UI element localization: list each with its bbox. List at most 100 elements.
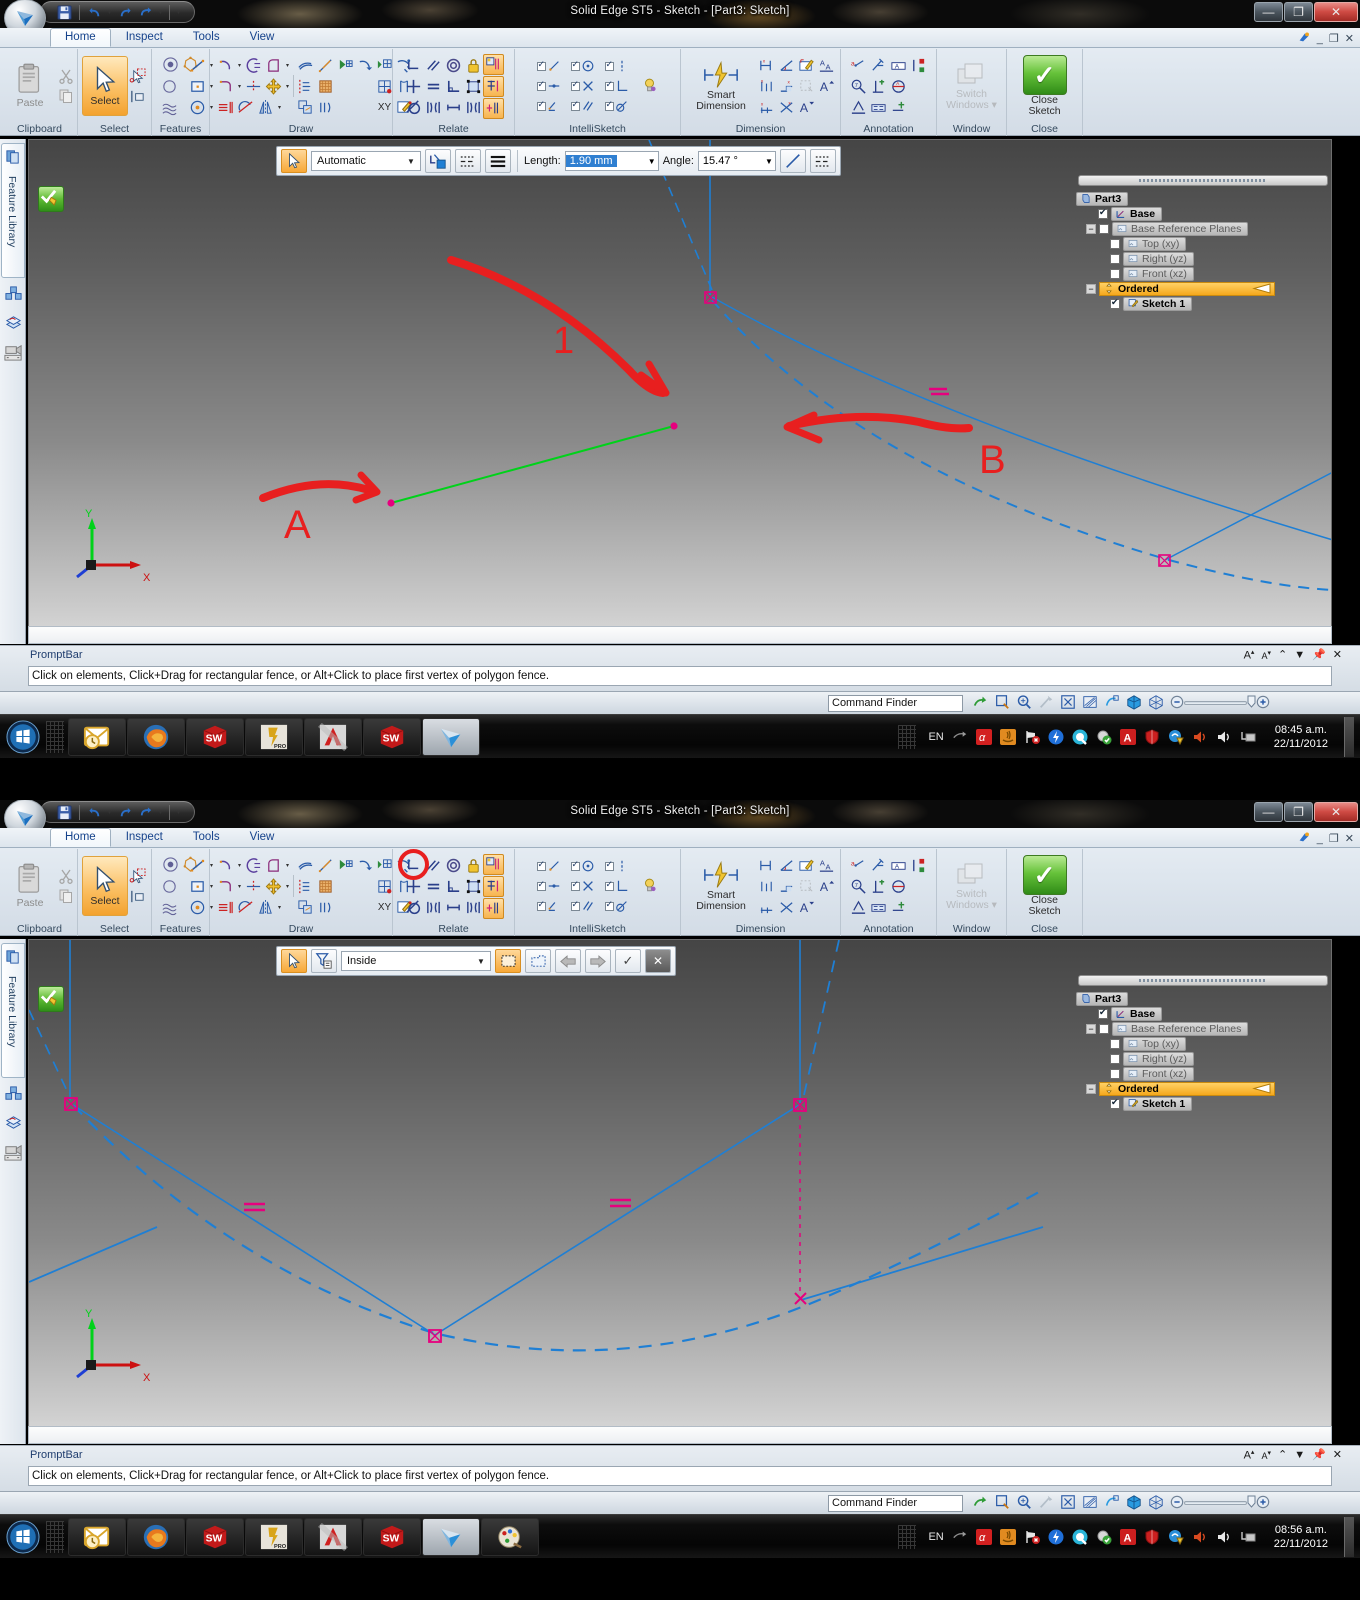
relationship-colors-icon[interactable]: [482, 75, 504, 97]
ribbon-close-icon[interactable]: ✕: [1345, 32, 1354, 45]
redo-dropdown-caret-2[interactable]: ▾: [157, 809, 164, 816]
fence-mode-caret[interactable]: ▼: [474, 957, 488, 966]
tree-item-right-yz-2[interactable]: Right (yz): [1072, 1051, 1332, 1066]
tray-avira-icon[interactable]: α: [975, 728, 992, 745]
silhouette-icon-2[interactable]: [547, 898, 562, 915]
center-mark-icon-2[interactable]: [889, 898, 908, 917]
mirror-dropdown-caret[interactable]: ▾: [276, 104, 283, 111]
dimension-axis-icon[interactable]: [797, 77, 816, 96]
tray-network-error-icon-2[interactable]: [1024, 1529, 1040, 1545]
dimension-text-icon[interactable]: AA: [817, 56, 836, 75]
tangent-icon[interactable]: [404, 98, 423, 117]
select-mode-caret[interactable]: ▼: [404, 157, 418, 166]
coincident-icon-2[interactable]: [464, 898, 483, 917]
project-icon-2[interactable]: [296, 856, 315, 875]
tree-item-front-xz-2[interactable]: Front (xz): [1072, 1066, 1332, 1081]
tray-java-icon-2[interactable]: [999, 1528, 1016, 1545]
taskbar-clock[interactable]: 08:45 a.m. 22/11/2012: [1264, 723, 1336, 751]
tab-home-2[interactable]: Home: [50, 828, 111, 847]
tray-quicktime-icon[interactable]: [1072, 729, 1088, 745]
perpendicular-snap-icon-2[interactable]: [615, 878, 630, 895]
tree-item-sketch1-2[interactable]: Sketch 1: [1072, 1096, 1332, 1111]
parallel-icon[interactable]: [424, 56, 443, 75]
tree-expander-ordered[interactable]: −: [1086, 283, 1096, 294]
taskbar-autocad-2[interactable]: [304, 1517, 362, 1556]
tree-item-sketch1[interactable]: Sketch 1: [1072, 296, 1332, 311]
endpoint-icon[interactable]: [615, 58, 630, 75]
tray-volume-icon[interactable]: [1216, 729, 1232, 745]
window-controls[interactable]: — ❐ ✕: [1254, 2, 1358, 22]
concentric-icon-2[interactable]: [444, 856, 463, 875]
symmetric-diameter-icon-2[interactable]: [757, 877, 776, 896]
redo-view-icon-2[interactable]: [972, 1494, 988, 1513]
perpendicular-icon[interactable]: [444, 77, 463, 96]
tree-expander-brp[interactable]: −: [1086, 223, 1096, 234]
is-checkbox-5-2[interactable]: [570, 879, 580, 891]
fence-mode-dropdown[interactable]: Inside ▼: [341, 951, 491, 971]
line-icon[interactable]: [188, 56, 207, 75]
select-mode-dropdown[interactable]: Automatic ▼: [311, 151, 421, 171]
angle-input[interactable]: 15.47 ° ▼: [697, 151, 776, 171]
intellisketch-options-icon[interactable]: [640, 77, 659, 96]
undo-dropdown-caret-2[interactable]: ▾: [106, 809, 113, 816]
tree-checkbox-top[interactable]: [1110, 238, 1120, 249]
tree-checkbox-front[interactable]: [1110, 268, 1120, 279]
tree-label-base-wrap[interactable]: Base: [1111, 206, 1163, 221]
is-midpoint[interactable]: [536, 78, 562, 95]
redo-2-icon[interactable]: [136, 3, 155, 22]
circle-feature-icon-2[interactable]: [160, 877, 179, 896]
tree-checkbox-top-2[interactable]: [1110, 1038, 1120, 1049]
line-icon-2[interactable]: [188, 856, 207, 875]
coordinate-dimension-icon-2[interactable]: [777, 877, 796, 896]
tree-item-base[interactable]: Base: [1072, 206, 1332, 221]
insert-point-icon[interactable]: [296, 77, 315, 96]
parallel-snap-icon[interactable]: [581, 98, 596, 115]
undo-dropdown-caret[interactable]: ▾: [106, 9, 113, 16]
zoom-slider-thumb[interactable]: [1247, 695, 1256, 711]
rotate-icon-2[interactable]: [1104, 1494, 1120, 1513]
grid-options-icon[interactable]: [375, 77, 394, 96]
font-decrease-icon-2[interactable]: A▾: [1261, 1449, 1271, 1461]
inspection-icon-2[interactable]: 7: [849, 877, 868, 896]
tab-view[interactable]: View: [235, 28, 290, 47]
trim-icon-2[interactable]: [244, 877, 263, 896]
edit-dimension-style-icon-2[interactable]: [797, 856, 816, 875]
select-region-icon[interactable]: [128, 87, 147, 106]
move-dropdown-caret[interactable]: ▾: [284, 83, 291, 90]
tree-checkbox-base[interactable]: [1098, 207, 1108, 219]
tree-checkbox-base-2[interactable]: [1098, 1007, 1108, 1019]
is-checkbox-8[interactable]: [570, 99, 580, 111]
tree-item-base-reference-planes[interactable]: − Base Reference Planes: [1072, 221, 1332, 236]
trim-corner-icon-2[interactable]: [236, 898, 255, 917]
intersection-icon-2[interactable]: [581, 878, 596, 895]
edge-condition-icon-2[interactable]: [909, 856, 928, 875]
tree-expander-brp-2[interactable]: −: [1086, 1023, 1096, 1034]
tray-adobe-icon-2[interactable]: A: [1119, 1528, 1136, 1545]
tray-volume-muted-icon[interactable]: [1192, 729, 1208, 745]
pan-icon-2[interactable]: [1038, 1494, 1054, 1513]
ribbon-restore-icon[interactable]: ❐: [1329, 32, 1339, 45]
zoom-slider-track[interactable]: [1184, 701, 1247, 705]
collinear-icon-2[interactable]: [444, 898, 463, 917]
rectangle-dropdown-caret[interactable]: ▾: [208, 83, 215, 90]
feature-library-tab-2[interactable]: Feature Library: [1, 943, 25, 1078]
taskbar-grip-2[interactable]: [46, 1520, 64, 1553]
relationship-colors-icon-2[interactable]: [482, 875, 504, 897]
pattern-along-icon[interactable]: [375, 56, 394, 75]
convert-icon-2[interactable]: [356, 856, 375, 875]
perpendicular-snap-icon[interactable]: [615, 78, 630, 95]
sketch-plane-button[interactable]: [425, 149, 451, 173]
select-button-2[interactable]: Select: [82, 856, 128, 916]
equal-icon-2[interactable]: [424, 877, 443, 896]
length-input[interactable]: 1.90 mm ▼: [564, 151, 659, 171]
shade-icon[interactable]: [1082, 694, 1098, 713]
weld-symbol-icon-2[interactable]: [889, 877, 908, 896]
include-icon-2[interactable]: [316, 856, 335, 875]
tree-checkbox-sketch1-2[interactable]: [1110, 1097, 1120, 1109]
close-button-2[interactable]: ✕: [1314, 802, 1358, 822]
midpoint-icon[interactable]: [547, 78, 562, 95]
angle-between-icon-2[interactable]: [777, 856, 796, 875]
length-value[interactable]: 1.90 mm: [565, 155, 617, 167]
taskbar-outlook[interactable]: [68, 717, 126, 756]
close-sketch-checkmark-icon-2[interactable]: ✓: [1022, 855, 1067, 895]
